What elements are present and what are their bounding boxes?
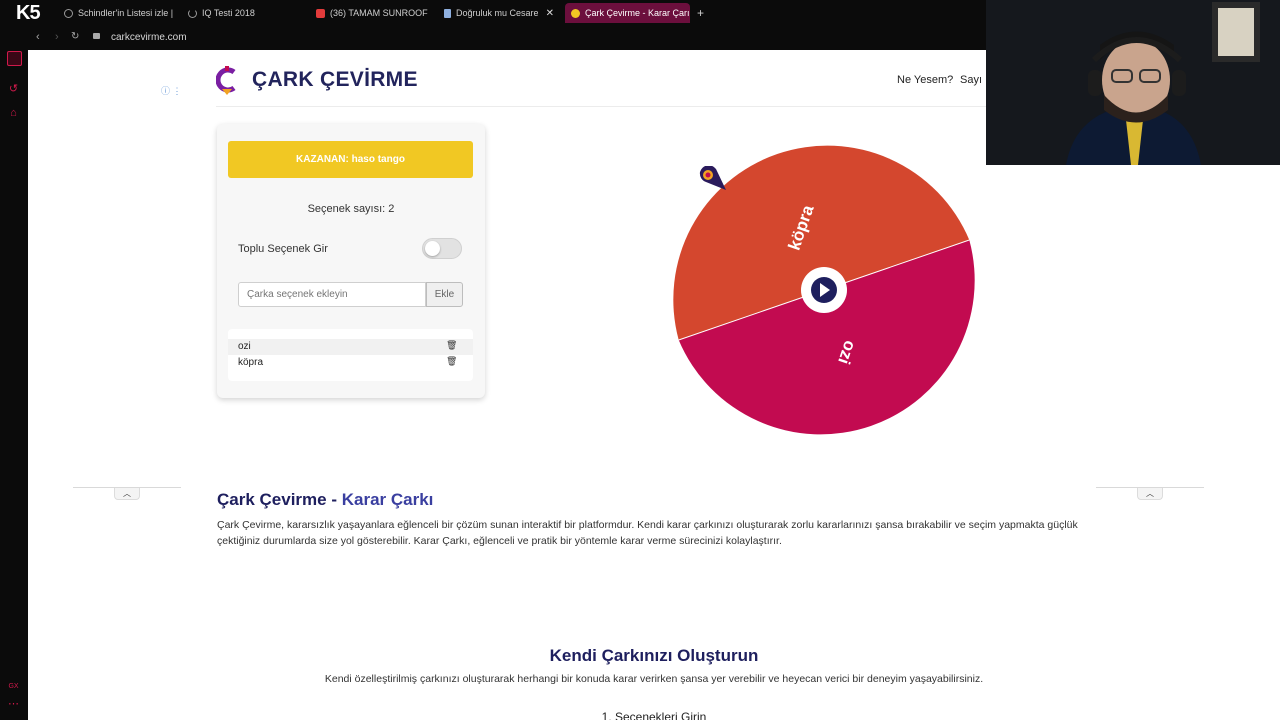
option-count: Seçenek sayısı: 2 — [307, 203, 395, 215]
add-option-button[interactable]: Ekle — [426, 282, 463, 307]
stream-logo: K5 — [16, 2, 41, 25]
tab-label: Schindler'in Listesi izle | H — [78, 8, 176, 18]
webcam-overlay — [986, 0, 1280, 165]
reload-icon[interactable]: ↻ — [71, 31, 79, 42]
list-item[interactable]: köpra 🗑 — [228, 355, 473, 371]
chevron-up-icon[interactable]: ︿ — [1137, 488, 1163, 500]
shop-icon[interactable]: ⌂ — [7, 107, 20, 120]
tab-cark-cevirme[interactable]: Çark Çevirme - Karar Çarı — [565, 3, 690, 23]
nav-ne-yesem[interactable]: Ne Yesem? — [897, 74, 953, 86]
info-icon[interactable]: ⓘ ⋮ — [161, 84, 182, 97]
document-icon — [444, 8, 451, 18]
tab-label: Çark Çevirme - Karar Çarı — [585, 8, 690, 18]
home-icon[interactable] — [7, 51, 22, 66]
browser-sidebar: ↺ ⌂ GX ⋯ — [0, 26, 28, 720]
forward-icon[interactable]: › — [55, 31, 59, 43]
wheel-control-panel: KAZANAN: haso tango Seçenek sayısı: 2 To… — [217, 124, 485, 398]
option-label: köpra — [238, 357, 264, 368]
pin-icon — [699, 166, 726, 190]
list-item[interactable]: ozi 🗑 — [228, 339, 473, 355]
collapse-right[interactable]: ︿ — [1096, 487, 1204, 501]
create-paragraph: Kendi özelleştirilmiş çarkınızı oluştura… — [324, 673, 984, 685]
info-title: Çark Çevirme - Karar Çarkı — [217, 490, 433, 510]
tab-dogruluk[interactable]: Doğruluk mu Cesaret ✕ — [438, 3, 560, 23]
option-label: ozi — [238, 341, 251, 352]
history-icon[interactable]: ↺ — [7, 83, 20, 96]
chevron-up-icon[interactable]: ︿ — [114, 488, 140, 500]
tab-label: (36) TAMAM SUNROOF | — [330, 8, 428, 18]
streamer-image — [986, 0, 1280, 165]
close-tab-icon[interactable]: ✕ — [546, 8, 554, 19]
option-input[interactable] — [238, 282, 426, 307]
logo-text[interactable]: ÇARK ÇEVİRME — [252, 68, 418, 92]
tab-favicon-icon — [64, 8, 73, 18]
tab-youtube[interactable]: (36) TAMAM SUNROOF | — [310, 3, 428, 23]
logo-icon — [216, 66, 236, 95]
nav-sayi[interactable]: Sayı — [960, 74, 982, 86]
winner-banner: KAZANAN: haso tango — [228, 141, 473, 178]
loading-spinner-icon — [188, 8, 197, 18]
cark-favicon-icon — [571, 8, 580, 18]
gx-mark: GX — [8, 683, 19, 690]
bulk-entry-label: Toplu Seçenek Gir — [238, 243, 328, 255]
youtube-icon — [316, 8, 325, 18]
bulk-entry-toggle[interactable] — [422, 238, 462, 259]
info-title-separator: - — [326, 490, 342, 509]
tab-label: Doğruluk mu Cesaret — [456, 8, 538, 18]
info-title-main: Çark Çevirme — [217, 490, 327, 509]
trash-icon[interactable]: 🗑 — [446, 340, 457, 352]
new-tab-button[interactable]: + — [691, 3, 709, 23]
add-option-label: Ekle — [434, 289, 455, 300]
new-tab-label: + — [697, 6, 705, 20]
toggle-knob — [425, 241, 440, 256]
winner-text: KAZANAN: haso tango — [296, 154, 405, 165]
info-title-accent: Karar Çarkı — [341, 490, 434, 509]
option-list: ozi 🗑 köpra 🗑 — [228, 329, 473, 381]
collapse-left[interactable]: ︿ — [73, 487, 181, 501]
header-divider — [216, 106, 996, 107]
lock-icon — [93, 33, 100, 39]
trash-icon[interactable]: 🗑 — [446, 356, 457, 368]
more-icon[interactable]: ⋯ — [7, 698, 20, 711]
back-icon[interactable]: ‹ — [36, 31, 40, 43]
stream-logo-text: K5 — [16, 2, 41, 24]
tab-iq-testi[interactable]: IQ Testi 2018 — [182, 3, 300, 23]
step-heading: 1. Seçenekleri Girin — [601, 710, 707, 720]
create-title: Kendi Çarkınızı Oluşturun — [549, 646, 759, 665]
tab-label: IQ Testi 2018 — [202, 8, 255, 18]
url-field[interactable]: carkcevirme.com — [111, 32, 187, 43]
tab-schindler[interactable]: Schindler'in Listesi izle | H — [58, 3, 176, 23]
info-paragraph: Çark Çevirme, kararsızlık yaşayanlara eğ… — [217, 519, 1078, 547]
